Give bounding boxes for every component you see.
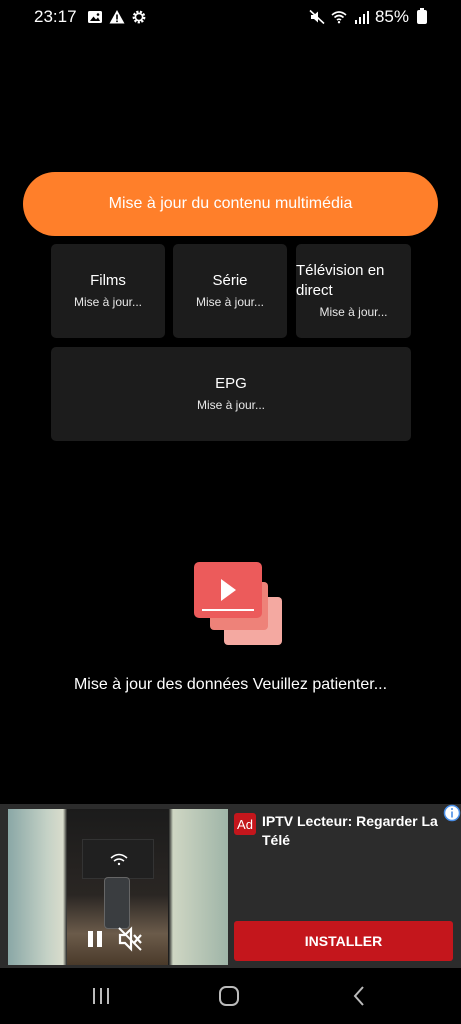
battery-icon xyxy=(417,8,427,24)
tile-status: Mise à jour... xyxy=(195,295,265,309)
tile-title: EPG xyxy=(215,375,247,392)
recents-icon xyxy=(93,988,109,1004)
recents-button[interactable] xyxy=(86,982,116,1010)
tile-title: Films xyxy=(90,272,126,289)
status-right: 85% xyxy=(309,7,427,27)
mute-icon xyxy=(309,9,325,25)
ad-title[interactable]: IPTV Lecteur: Regarder La Télé xyxy=(262,812,442,850)
back-icon xyxy=(353,986,364,1006)
install-button[interactable]: INSTALLER xyxy=(234,921,453,961)
gallery-icon xyxy=(87,11,102,23)
wifi-icon xyxy=(110,853,128,866)
signal-icon xyxy=(354,11,369,24)
settings-icon xyxy=(132,10,145,24)
navigation-bar xyxy=(0,968,461,1024)
ad-banner[interactable]: Ad IPTV Lecteur: Regarder La Télé INSTAL… xyxy=(0,804,461,968)
home-icon xyxy=(219,986,239,1006)
tile-title: Série xyxy=(212,272,248,289)
tile-serie[interactable]: Série Mise à jour... xyxy=(173,244,287,338)
wifi-icon xyxy=(331,11,347,24)
mute-icon[interactable] xyxy=(116,925,144,953)
battery-percent: 85% xyxy=(374,7,409,26)
tile-epg[interactable]: EPG Mise à jour... xyxy=(51,347,411,441)
status-time: 23:17 xyxy=(34,7,77,26)
pause-icon[interactable] xyxy=(84,927,106,951)
phone-image xyxy=(104,877,130,929)
tile-status: Mise à jour... xyxy=(319,305,388,319)
loading-text: Mise à jour des données Veuillez patient… xyxy=(73,676,388,693)
info-icon[interactable] xyxy=(443,804,461,822)
tv-image xyxy=(82,839,154,879)
video-stack-icon xyxy=(194,562,282,645)
update-content-button[interactable]: Mise à jour du contenu multimédia xyxy=(23,172,438,236)
tile-status: Mise à jour... xyxy=(73,295,143,309)
warning-icon xyxy=(109,10,125,24)
status-bar: 23:17 85% xyxy=(0,0,461,34)
home-button[interactable] xyxy=(214,982,244,1010)
status-left: 23:17 xyxy=(34,7,147,27)
back-button[interactable] xyxy=(344,982,374,1010)
tile-live-tv[interactable]: Télévision en direct Mise à jour... xyxy=(296,244,411,338)
ad-video[interactable] xyxy=(8,809,228,965)
tile-title: Télévision en direct xyxy=(296,262,385,299)
ad-badge: Ad xyxy=(234,813,256,835)
tile-status: Mise à jour... xyxy=(196,398,266,412)
tile-films[interactable]: Films Mise à jour... xyxy=(51,244,165,338)
